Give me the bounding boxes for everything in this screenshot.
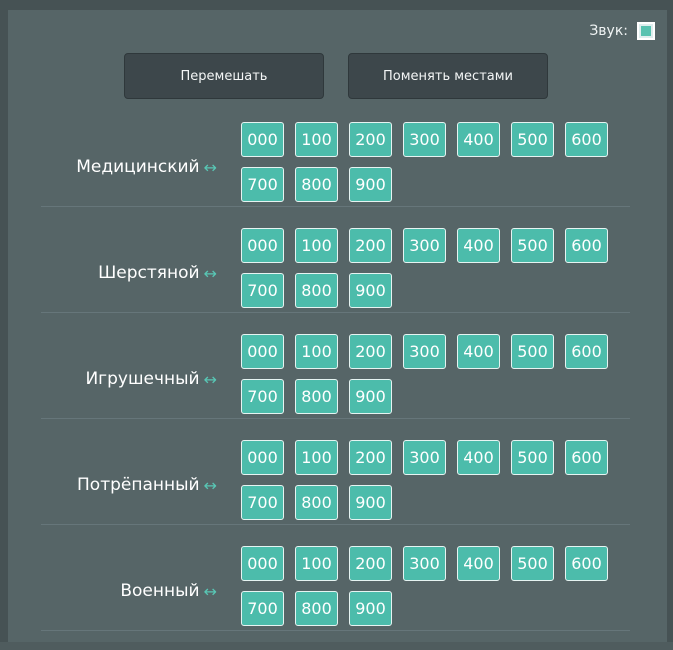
- value-chip[interactable]: 900: [349, 591, 392, 626]
- swap-arrows-icon[interactable]: ↔: [204, 264, 217, 283]
- value-chip[interactable]: 300: [403, 122, 446, 157]
- swap-arrows-icon[interactable]: ↔: [204, 370, 217, 389]
- group-row: Военный ↔ 000 100 200 300 400 500 600 700 800 900: [8, 544, 667, 650]
- value-chip[interactable]: 600: [565, 440, 608, 475]
- value-chip[interactable]: 900: [349, 485, 392, 520]
- value-chip[interactable]: 400: [457, 122, 500, 157]
- swap-arrows-icon[interactable]: ↔: [204, 158, 217, 177]
- value-chip[interactable]: 400: [457, 440, 500, 475]
- value-chip[interactable]: 700: [241, 591, 284, 626]
- value-chip[interactable]: 700: [241, 379, 284, 414]
- value-chip[interactable]: 100: [295, 334, 338, 369]
- value-chip[interactable]: 100: [295, 440, 338, 475]
- value-chip[interactable]: 500: [511, 334, 554, 369]
- value-chip[interactable]: 200: [349, 228, 392, 263]
- value-chip[interactable]: 200: [349, 334, 392, 369]
- value-chip[interactable]: 300: [403, 546, 446, 581]
- sound-control: Звук:: [589, 22, 655, 40]
- value-chip[interactable]: 800: [295, 379, 338, 414]
- value-chip[interactable]: 700: [241, 167, 284, 202]
- value-chip[interactable]: 800: [295, 485, 338, 520]
- group-row: Медицинский ↔ 000 100 200 300 400 500 600 700 800 9…: [8, 120, 667, 226]
- value-chip[interactable]: 800: [295, 167, 338, 202]
- value-chip[interactable]: 600: [565, 228, 608, 263]
- value-chip[interactable]: 500: [511, 122, 554, 157]
- value-chip[interactable]: 500: [511, 440, 554, 475]
- group-name: Игрушечный: [85, 369, 200, 389]
- value-chip[interactable]: 000: [241, 334, 284, 369]
- row-divider: [41, 524, 630, 525]
- group-row: Игрушечный ↔ 000 100 200 300 400 500 600 700 800 90…: [8, 332, 667, 438]
- swap-arrows-icon[interactable]: ↔: [204, 476, 217, 495]
- value-chip[interactable]: 100: [295, 546, 338, 581]
- value-chip[interactable]: 700: [241, 485, 284, 520]
- value-chip[interactable]: 500: [511, 228, 554, 263]
- group-name: Военный: [120, 581, 200, 601]
- swap-arrows-icon[interactable]: ↔: [204, 582, 217, 601]
- value-chip[interactable]: 600: [565, 546, 608, 581]
- value-chip[interactable]: 400: [457, 546, 500, 581]
- group-label: Игрушечный ↔: [85, 369, 217, 389]
- value-chip[interactable]: 300: [403, 228, 446, 263]
- row-divider: [41, 630, 630, 631]
- row-divider: [41, 418, 630, 419]
- value-chip[interactable]: 200: [349, 440, 392, 475]
- value-chip[interactable]: 600: [565, 122, 608, 157]
- group-name: Медицинский: [76, 157, 200, 177]
- value-chip[interactable]: 300: [403, 440, 446, 475]
- app-frame: Звук: Перемешать Поменять местами Медици…: [0, 0, 673, 642]
- value-chip[interactable]: 600: [565, 334, 608, 369]
- group-label: Военный ↔: [120, 581, 217, 601]
- group-name: Шерстяной: [98, 263, 200, 283]
- value-chip[interactable]: 900: [349, 167, 392, 202]
- value-chip[interactable]: 900: [349, 379, 392, 414]
- value-chip[interactable]: 400: [457, 334, 500, 369]
- group-label: Шерстяной ↔: [98, 263, 217, 283]
- row-divider: [41, 312, 630, 313]
- group-label: Медицинский ↔: [76, 157, 217, 177]
- sound-checkbox[interactable]: [637, 22, 655, 40]
- value-chip[interactable]: 100: [295, 228, 338, 263]
- value-chip[interactable]: 700: [241, 273, 284, 308]
- value-chip[interactable]: 000: [241, 122, 284, 157]
- value-chip[interactable]: 900: [349, 273, 392, 308]
- value-chip[interactable]: 200: [349, 546, 392, 581]
- value-chip[interactable]: 500: [511, 546, 554, 581]
- value-chip[interactable]: 800: [295, 273, 338, 308]
- group-row: Шерстяной ↔ 000 100 200 300 400 500 600 700 800 900: [8, 226, 667, 332]
- value-chip[interactable]: 200: [349, 122, 392, 157]
- shuffle-button[interactable]: Перемешать: [124, 53, 324, 99]
- value-chip[interactable]: 000: [241, 228, 284, 263]
- value-chip[interactable]: 100: [295, 122, 338, 157]
- value-chip[interactable]: 000: [241, 440, 284, 475]
- row-divider: [41, 206, 630, 207]
- group-name: Потрёпанный: [77, 475, 200, 495]
- swap-button[interactable]: Поменять местами: [348, 53, 548, 99]
- value-chip[interactable]: 000: [241, 546, 284, 581]
- group-label: Потрёпанный ↔: [77, 475, 217, 495]
- sound-label: Звук:: [589, 23, 628, 39]
- action-buttons: Перемешать Поменять местами: [124, 53, 548, 99]
- value-chip[interactable]: 300: [403, 334, 446, 369]
- group-row: Потрёпанный ↔ 000 100 200 300 400 500 600 700 800 9…: [8, 438, 667, 544]
- value-chip[interactable]: 400: [457, 228, 500, 263]
- value-chip[interactable]: 800: [295, 591, 338, 626]
